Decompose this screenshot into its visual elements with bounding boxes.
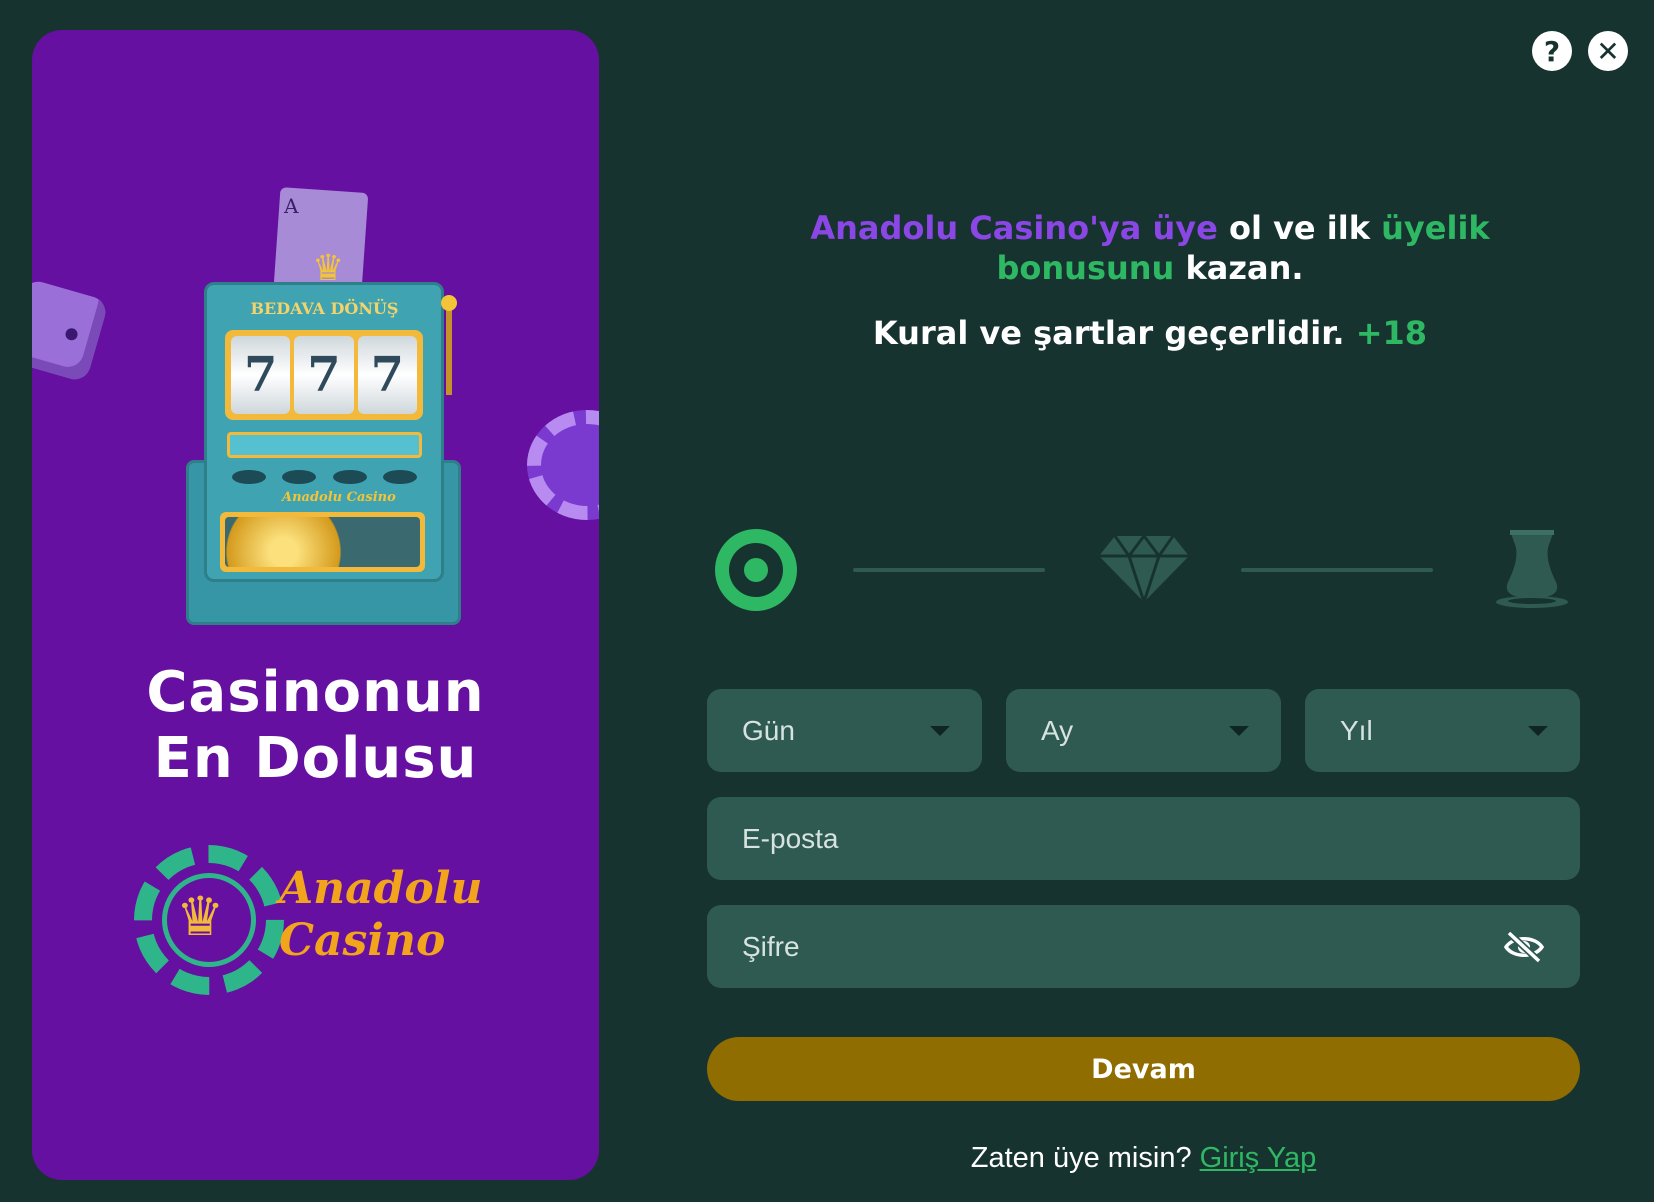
crown-icon: ♛ (312, 248, 345, 289)
chevron-down-icon (930, 725, 950, 736)
slot-display-bar (227, 432, 422, 458)
diamond-icon (1099, 534, 1189, 604)
brand-text: Anadolu Casino (279, 863, 482, 967)
coin-tray (220, 512, 425, 572)
dice-decoration (32, 277, 110, 384)
crown-icon: ♛ (176, 885, 225, 948)
headline-text: ol ve ilk (1217, 209, 1382, 247)
slot-mini-logo: Anadolu Casino (282, 490, 396, 505)
slot-buttons (232, 470, 417, 488)
day-select[interactable]: Gün (707, 689, 982, 772)
chevron-down-icon (1229, 725, 1249, 736)
headline-brand: Anadolu Casino'ya üye (810, 209, 1218, 247)
promo-title-line2: En Dolusu (153, 726, 478, 791)
brand-line1: Anadolu (279, 863, 483, 914)
slot-button (282, 470, 317, 484)
month-select-label: Ay (1041, 714, 1074, 746)
terms-line: Kural ve şartlar geçerlidir. +18 (760, 313, 1540, 353)
month-select[interactable]: Ay (1006, 689, 1281, 772)
slot-reels: 7 7 7 (225, 330, 423, 420)
login-prompt-text: Zaten üye misin? (970, 1142, 1200, 1174)
step-connector (853, 568, 1045, 572)
slot-button (332, 470, 367, 484)
headline: Anadolu Casino'ya üye ol ve ilk üyelik b… (760, 208, 1540, 288)
login-link[interactable]: Giriş Yap (1200, 1142, 1317, 1174)
slot-button (232, 470, 266, 484)
slot-reel: 7 (231, 336, 291, 414)
day-select-label: Gün (742, 714, 795, 746)
promo-title-line1: Casinonun (146, 660, 485, 725)
casino-chip-decoration (527, 410, 599, 520)
year-select-label: Yıl (1340, 714, 1373, 746)
eye-slash-icon[interactable] (1503, 929, 1545, 964)
password-field[interactable] (742, 930, 1442, 963)
step-connector (1241, 568, 1433, 572)
continue-button[interactable]: Devam (707, 1037, 1580, 1101)
age-badge: +18 (1355, 314, 1428, 352)
email-field-wrapper (707, 797, 1580, 880)
slot-machine-illustration: A ♛ BEDAVA DÖNÜŞ 7 7 7 Anadolu Casino (172, 160, 472, 650)
brand-line2: Casino (279, 915, 446, 966)
tea-glass-icon (1496, 530, 1568, 608)
target-icon (715, 529, 797, 611)
slot-reel: 7 (357, 336, 417, 414)
slot-lever (441, 295, 457, 395)
headline-end: kazan. (1174, 249, 1304, 287)
help-icon[interactable]: ? (1532, 31, 1572, 71)
year-select[interactable]: Yıl (1305, 689, 1580, 772)
promo-panel: A ♛ BEDAVA DÖNÜŞ 7 7 7 Anadolu Casino Ca… (32, 30, 599, 1180)
chevron-down-icon (1528, 725, 1548, 736)
promo-title: Casinonun En Dolusu (32, 660, 599, 792)
slot-sign: BEDAVA DÖNÜŞ (250, 299, 399, 318)
login-prompt: Zaten üye misin? Giriş Yap (707, 1142, 1580, 1175)
slot-button (382, 470, 417, 484)
close-icon[interactable]: ✕ (1588, 31, 1628, 71)
password-field-wrapper (707, 905, 1580, 988)
email-field[interactable] (742, 822, 1442, 855)
brand-logo: ♛ Anadolu Casino (134, 845, 494, 995)
terms-text: Kural ve şartlar geçerlidir. (872, 314, 1356, 352)
slot-reel: 7 (294, 336, 354, 414)
card-rank: A (284, 194, 299, 218)
